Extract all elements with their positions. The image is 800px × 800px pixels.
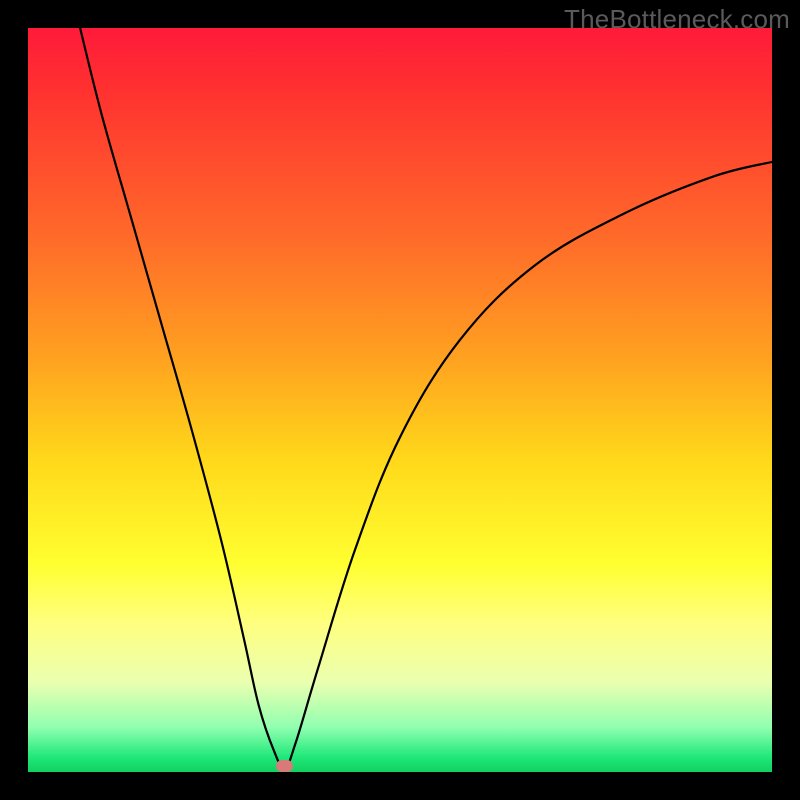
optimum-marker: [276, 760, 293, 772]
bottleneck-curve: [28, 28, 772, 772]
chart-plot-area: [28, 28, 772, 772]
attribution-label: TheBottleneck.com: [564, 4, 790, 35]
